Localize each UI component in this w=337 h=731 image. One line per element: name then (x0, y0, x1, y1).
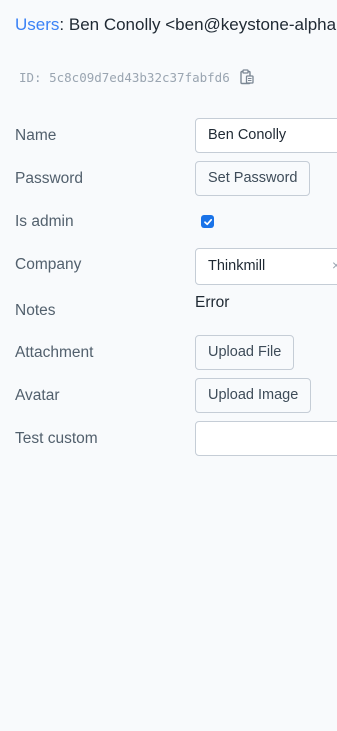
password-label: Password (15, 170, 84, 187)
upload-file-button[interactable]: Upload File (195, 335, 295, 370)
check-icon (203, 218, 212, 225)
clear-icon[interactable]: × (332, 257, 337, 273)
set-password-button[interactable]: Set Password (195, 161, 311, 196)
name-label: Name (15, 127, 57, 144)
test-custom-input[interactable] (195, 421, 337, 456)
company-label: Company (15, 256, 82, 273)
is-admin-label: Is admin (15, 213, 74, 230)
clipboard-icon[interactable] (240, 69, 256, 85)
name-input[interactable]: Ben Conolly (195, 118, 337, 153)
avatar-label: Avatar (15, 387, 60, 404)
item-id: ID: 5c8c09d7ed43b32c37fabfd6 (19, 69, 230, 85)
breadcrumb-users-link[interactable]: Users (15, 15, 59, 34)
notes-error-text: Error (195, 294, 230, 311)
is-admin-checkbox[interactable] (201, 215, 214, 228)
notes-label: Notes (15, 302, 56, 319)
test-custom-label: Test custom (15, 430, 98, 447)
item-id-row: ID: 5c8c09d7ed43b32c37fabfd6 (19, 66, 256, 88)
item-detail-page: Users: Ben Conolly <ben@keystone-alpha.c… (0, 0, 337, 731)
item-title: : Ben Conolly <ben@keystone-alpha.com> (59, 15, 337, 34)
attachment-label: Attachment (15, 344, 94, 361)
upload-image-button[interactable]: Upload Image (195, 378, 312, 413)
page-title: Users: Ben Conolly <ben@keystone-alpha.c… (15, 12, 337, 38)
company-select[interactable]: Thinkmill (195, 248, 337, 285)
